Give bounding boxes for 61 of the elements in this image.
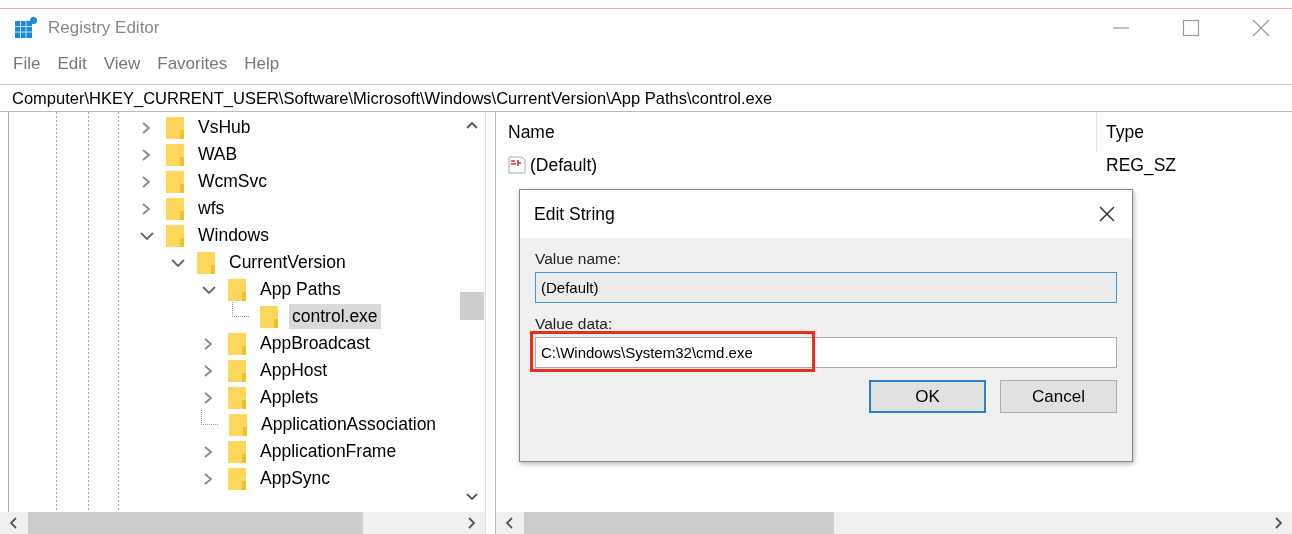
tree-item[interactable]: Applets [257, 385, 322, 410]
menu-item[interactable]: Edit [57, 54, 87, 74]
scroll-left-icon[interactable] [504, 516, 514, 530]
tree-item[interactable]: VsHub [195, 115, 254, 140]
scrollbar-thumb[interactable] [524, 512, 834, 534]
field-label: Value data: [535, 315, 614, 333]
tree-item[interactable]: ApplicationAssociation [258, 412, 440, 437]
tree-item[interactable]: CurrentVersion [226, 250, 349, 275]
folder-icon [196, 250, 216, 275]
tree-item[interactable]: WcmSvc [195, 169, 271, 194]
scroll-right-icon[interactable] [1274, 516, 1284, 530]
tree-item[interactable]: control.exe [289, 304, 381, 329]
tree-item[interactable]: AppBroadcast [257, 331, 373, 356]
dialog-button[interactable]: OK [869, 380, 986, 413]
tree-item[interactable]: wfs [195, 196, 228, 221]
scroll-left-icon[interactable] [8, 516, 18, 530]
tree-item[interactable]: ApplicationFrame [257, 439, 400, 464]
tree-item[interactable]: AppHost [257, 358, 331, 383]
column-header[interactable]: Name [496, 121, 1096, 143]
folder-icon [227, 385, 247, 410]
menu-item[interactable]: Help [244, 54, 280, 74]
value-name[interactable]: (Default) [530, 154, 598, 176]
registry-icon [14, 16, 38, 40]
folder-icon [165, 115, 185, 140]
folder-icon [227, 439, 247, 464]
input-field[interactable]: C:\Windows\System32\cmd.exe [535, 337, 1117, 368]
menu-item[interactable]: Favorites [157, 54, 228, 74]
dialog-title: Edit String [534, 203, 615, 225]
tree-item[interactable]: AppSync [257, 466, 334, 491]
scroll-right-icon[interactable] [467, 516, 477, 530]
menu-item[interactable]: File [13, 54, 41, 74]
folder-icon [165, 169, 185, 194]
folder-icon [227, 358, 247, 383]
folder-icon [227, 277, 247, 302]
scroll-up-icon[interactable] [465, 120, 479, 130]
column-header[interactable]: Type [1096, 112, 1144, 152]
menu-item[interactable]: View [103, 54, 141, 74]
value-type: REG_SZ [1105, 154, 1177, 176]
maximize-icon[interactable] [1182, 19, 1200, 37]
dialog-button[interactable]: Cancel [1000, 380, 1117, 413]
tree-item[interactable]: Windows [195, 223, 272, 248]
folder-icon [165, 223, 185, 248]
folder-icon [228, 412, 248, 437]
input-field[interactable]: (Default) [535, 272, 1117, 303]
scrollbar-thumb[interactable] [28, 512, 363, 534]
horizontal-scrollbar[interactable] [496, 512, 1292, 534]
folder-icon [165, 196, 185, 221]
scroll-down-icon[interactable] [465, 492, 479, 502]
close-icon[interactable] [1098, 205, 1116, 223]
scrollbar-thumb[interactable] [460, 292, 484, 320]
horizontal-scrollbar[interactable] [0, 512, 485, 534]
folder-icon [165, 142, 185, 167]
folder-icon [227, 331, 247, 356]
tree-item[interactable]: WAB [195, 142, 241, 167]
window-title: Registry Editor [48, 18, 160, 38]
address-bar[interactable]: Computer\HKEY_CURRENT_USER\Software\Microsoft\Windows\CurrentVersion\App Paths\control.exe [0, 84, 1292, 112]
folder-icon [227, 466, 247, 491]
tree-item[interactable]: App Paths [257, 277, 344, 302]
folder-icon [259, 304, 279, 329]
field-label: Value name: [535, 250, 622, 268]
string-value-icon [508, 156, 526, 174]
